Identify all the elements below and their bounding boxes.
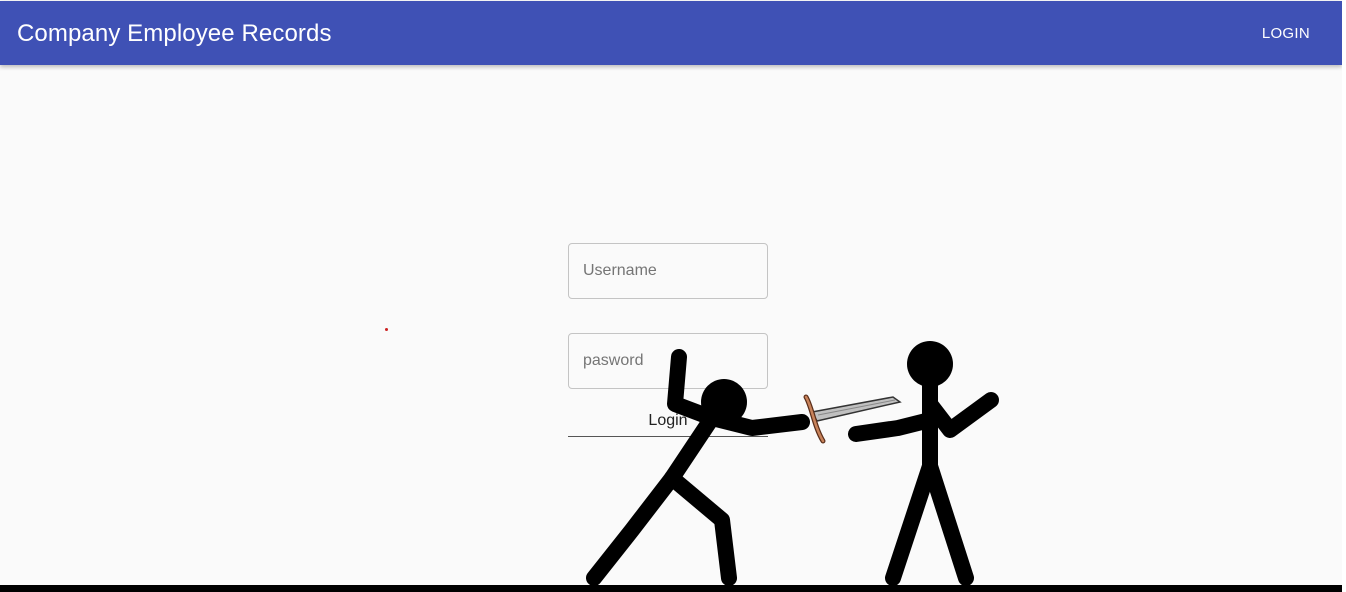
sword-icon (803, 394, 902, 444)
app-page: Company Employee Records LOGIN Login (0, 0, 1342, 592)
window-edge (1342, 0, 1346, 592)
ground-line (0, 585, 1342, 592)
appbar-login-button[interactable]: LOGIN (1246, 17, 1326, 49)
login-form: Login (568, 243, 768, 437)
red-dot-mark (385, 328, 388, 331)
app-title: Company Employee Records (17, 20, 332, 47)
stick-figure-attacker-icon (586, 349, 810, 586)
username-input[interactable] (568, 243, 768, 299)
password-input[interactable] (568, 333, 768, 389)
login-submit-button[interactable]: Login (568, 405, 768, 437)
stick-figure-defender-icon (848, 341, 999, 586)
app-bar: Company Employee Records LOGIN (0, 1, 1342, 65)
